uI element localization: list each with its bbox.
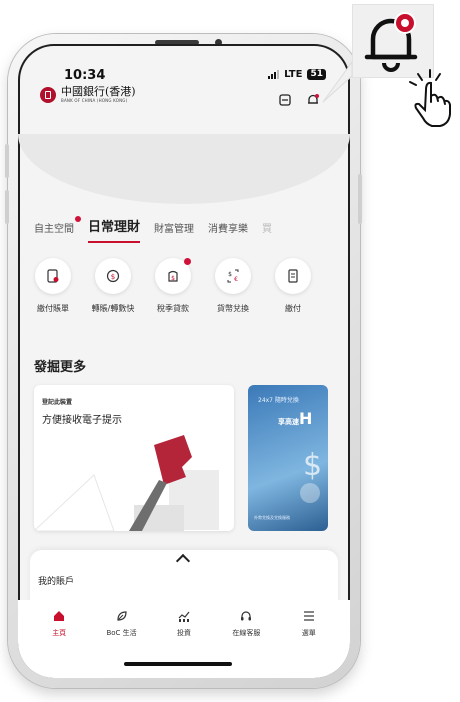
action-payment[interactable]: 繳付 — [272, 258, 314, 314]
register-device-card[interactable]: 登記此裝置 方便接收電子提示 — [34, 385, 234, 531]
nav-label: 在線客服 — [232, 629, 261, 637]
currency-exchange-icon: $ € — [215, 258, 251, 294]
volume-button — [5, 144, 9, 178]
nav-online-support[interactable]: 在線客服 — [224, 608, 268, 678]
nav-label: 選單 — [301, 629, 316, 637]
investment-icon — [177, 608, 191, 622]
home-icon — [52, 608, 66, 622]
action-label: 繳付賬單 — [37, 304, 69, 313]
headset-icon — [239, 608, 253, 622]
discover-title: 發掘更多 — [34, 360, 87, 375]
svg-text:€: € — [234, 276, 238, 283]
transfer-icon: $ — [95, 258, 131, 294]
status-indicators: LTE 51 — [268, 69, 326, 80]
boc-logo-icon — [40, 87, 56, 103]
battery-icon: 51 — [307, 69, 326, 80]
volume-button — [5, 190, 9, 224]
puzzle-illustration — [34, 435, 219, 531]
quick-actions: 繳付賬單 $ 轉賬/轉數快 $ 稅季貸款 $ € 貨幣兌換 繳付 — [32, 258, 314, 314]
svg-text:$: $ — [111, 273, 115, 281]
nav-home[interactable]: 主頁 — [37, 608, 81, 678]
svg-text:$: $ — [228, 271, 232, 278]
action-currency-exchange[interactable]: $ € 貨幣兌換 — [212, 258, 254, 314]
tab-more[interactable]: 買 — [262, 220, 272, 235]
bank-name-en: BANK OF CHINA (HONG KONG) — [61, 98, 128, 103]
action-pay-bills[interactable]: 繳付賬單 — [32, 258, 74, 314]
header-background — [18, 134, 350, 204]
bell-callout — [352, 4, 434, 78]
bell-icon — [364, 12, 418, 72]
inbox-icon[interactable] — [278, 92, 292, 106]
chevron-up-icon[interactable] — [175, 553, 191, 569]
tab-label: 財富管理 — [154, 224, 195, 235]
card-footnote: 外幣兌換及兌換服務 — [254, 515, 290, 520]
bill-icon — [35, 258, 71, 294]
app-screen: 10:34 LTE 51 中國銀行(香港) BANK OF CHINA (HON… — [18, 44, 350, 678]
tap-hand-icon — [409, 69, 451, 127]
menu-icon — [302, 608, 316, 622]
signal-icon — [268, 70, 280, 79]
status-time: 10:34 — [64, 68, 106, 83]
bank-logo: 中國銀行(香港) BANK OF CHINA (HONG KONG) — [40, 86, 136, 104]
tab-label: 日常理財 — [88, 220, 141, 235]
svg-text:$: $ — [171, 275, 175, 282]
coin-illustration: $ — [300, 448, 322, 503]
power-button — [358, 174, 362, 224]
nav-label: BoC 生活 — [106, 629, 137, 637]
nav-label: 主頁 — [52, 629, 67, 637]
tab-label: 消費享樂 — [208, 224, 249, 235]
accounts-title: 我的賬戶 — [38, 577, 75, 587]
svg-text:$: $ — [303, 448, 322, 483]
tab-self-space[interactable]: 自主空間 — [34, 216, 81, 235]
action-transfer[interactable]: $ 轉賬/轉數快 — [92, 258, 134, 314]
nav-menu[interactable]: 選單 — [287, 608, 331, 678]
bank-name-cn: 中國銀行(香港) — [61, 85, 136, 98]
leaf-icon — [115, 608, 129, 622]
nav-label: 投資 — [176, 629, 191, 637]
action-label: 稅季貸款 — [157, 304, 189, 313]
currency-promo-card[interactable]: 24x7 隨時兌換 享高速H $ 外幣兌換及兌換服務 — [248, 385, 328, 531]
nav-boc-life[interactable]: BoC 生活 — [100, 608, 144, 678]
action-label: 貨幣兌換 — [217, 304, 249, 313]
loan-icon: $ — [155, 258, 191, 294]
network-label: LTE — [284, 69, 303, 80]
notification-dot — [75, 216, 81, 222]
header-actions — [278, 92, 320, 106]
bottom-nav: 主頁 BoC 生活 投資 在線客服 選單 — [18, 600, 350, 678]
tab-lifestyle[interactable]: 消費享樂 — [208, 220, 248, 235]
tab-wealth-management[interactable]: 財富管理 — [154, 220, 194, 235]
bell-icon[interactable] — [306, 92, 320, 106]
nav-investment[interactable]: 投資 — [162, 608, 206, 678]
action-tax-loan[interactable]: $ 稅季貸款 — [152, 258, 194, 314]
notification-dot — [184, 258, 191, 265]
tab-label: 自主空間 — [34, 224, 74, 235]
action-label: 轉賬/轉數快 — [91, 304, 135, 313]
action-label: 繳付 — [285, 304, 301, 313]
payment-icon — [275, 258, 311, 294]
category-tabs: 自主空間 日常理財 財富管理 消費享樂 買 — [34, 216, 272, 243]
home-indicator — [124, 662, 232, 666]
tab-daily-banking[interactable]: 日常理財 — [88, 216, 141, 243]
tab-label: 買 — [262, 224, 273, 235]
